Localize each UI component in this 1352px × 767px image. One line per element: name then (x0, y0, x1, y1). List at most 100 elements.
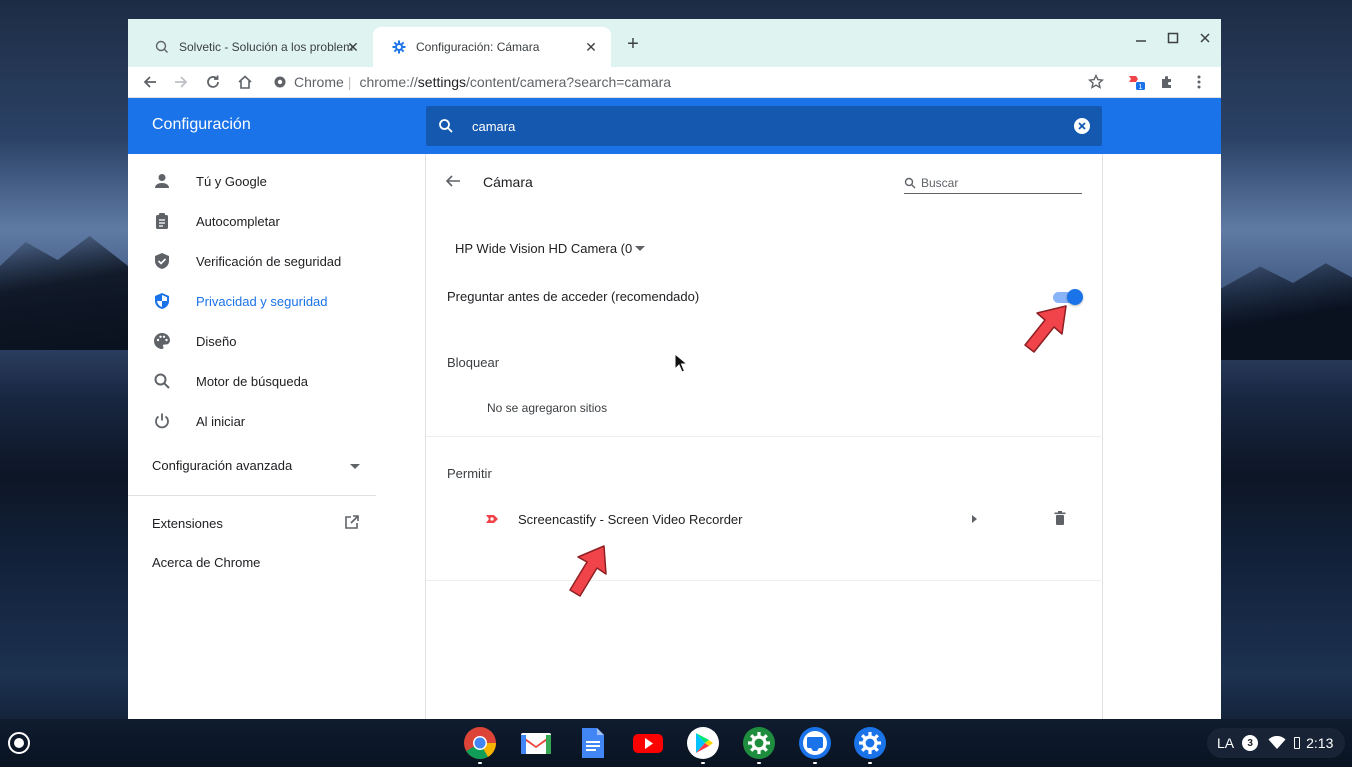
home-icon[interactable] (234, 71, 256, 93)
sidebar-item-you-and-google[interactable]: Tú y Google (128, 161, 425, 201)
wifi-icon (1268, 736, 1286, 749)
running-indicator (868, 762, 872, 764)
launcher-icon[interactable] (8, 732, 30, 754)
sidebar-divider (128, 495, 376, 496)
camera-settings-card: Cámara Buscar HP Wide Vision HD Camera (… (425, 154, 1103, 719)
sidebar-item-label: Tú y Google (196, 173, 267, 189)
settings-icon[interactable] (742, 726, 776, 760)
minimize-icon[interactable] (1131, 31, 1151, 47)
screencastify-extension-icon[interactable]: 1 (1126, 71, 1148, 93)
maximize-icon[interactable] (1163, 31, 1183, 47)
gmail-icon[interactable] (519, 726, 553, 760)
tab-title: Configuración: Cámara (416, 40, 540, 54)
sidebar-item-label: Autocompletar (196, 213, 280, 229)
sidebar-item-safety-check[interactable]: Verificación de seguridad (128, 241, 425, 281)
sidebar-item-label: Al iniciar (196, 413, 246, 429)
omnibox[interactable]: Chrome | chrome://settings/content/camer… (274, 70, 671, 94)
new-tab-button[interactable]: + (622, 33, 644, 56)
annotation-arrow-icon (1024, 305, 1067, 353)
screencastify-icon (485, 511, 501, 527)
chrome-chip-icon (274, 76, 286, 88)
status-tray[interactable]: LA 3 2:13 (1207, 728, 1345, 758)
chevron-down-icon (350, 458, 360, 473)
sidebar-item-autofill[interactable]: Autocompletar (128, 201, 425, 241)
screencast-icon[interactable] (798, 726, 832, 760)
page-title: Cámara (483, 174, 533, 190)
delete-trash-icon[interactable] (1052, 510, 1070, 528)
settings-icon[interactable] (853, 726, 887, 760)
sidebar-item-extensions[interactable]: Extensiones (152, 514, 360, 533)
search-icon (902, 177, 918, 189)
omnibox-chip: Chrome (294, 74, 344, 90)
bookmark-star-icon[interactable] (1085, 71, 1107, 93)
tab-close-icon[interactable]: ✕ (583, 39, 599, 55)
power-icon (150, 409, 174, 433)
running-indicator (757, 762, 761, 764)
sidebar-item-privacy[interactable]: Privacidad y seguridad (128, 281, 425, 321)
tab-solvetic[interactable]: Solvetic - Solución a los problemas ✕ (136, 27, 373, 67)
close-window-icon[interactable] (1195, 31, 1215, 47)
clipboard-icon (150, 209, 174, 233)
allowed-site-row[interactable]: Screencastify - Screen Video Recorder (426, 504, 1103, 534)
sidebar-item-on-startup[interactable]: Al iniciar (128, 401, 425, 441)
sidebar-item-label: Privacidad y seguridad (196, 293, 328, 309)
ask-before-access-label: Preguntar antes de acceder (recomendado) (447, 289, 700, 304)
play-store-icon[interactable] (686, 726, 720, 760)
url-scheme: chrome:// (359, 74, 418, 90)
sidebar-item-search-engine[interactable]: Motor de búsqueda (128, 361, 425, 401)
sidebar-advanced[interactable]: Configuración avanzada (152, 458, 360, 473)
extensions-puzzle-icon[interactable] (1156, 71, 1178, 93)
search-icon (426, 118, 466, 134)
shield-check-icon (150, 249, 174, 273)
running-indicator (478, 762, 482, 764)
battery-icon (1294, 737, 1301, 749)
sidebar-item-label: Verificación de seguridad (196, 253, 342, 269)
sidebar-item-appearance[interactable]: Diseño (128, 321, 425, 361)
solvetic-favicon-icon (154, 39, 170, 55)
youtube-icon[interactable] (631, 726, 665, 760)
back-arrow-icon[interactable] (444, 172, 464, 192)
docs-icon[interactable] (575, 726, 609, 760)
tab-title: Solvetic - Solución a los problemas (179, 40, 354, 54)
settings-header: Configuración camara (128, 98, 1221, 154)
allowed-site-name: Screencastify - Screen Video Recorder (518, 512, 743, 527)
running-indicator (701, 762, 705, 764)
device-label: HP Wide Vision HD Camera (0 (455, 241, 633, 256)
back-icon[interactable] (139, 71, 161, 93)
reload-icon[interactable] (202, 71, 224, 93)
wallpaper-mountains-right (1221, 263, 1352, 360)
tab-close-icon[interactable]: ✕ (345, 39, 361, 55)
sidebar-item-label: Diseño (196, 333, 237, 349)
omnibox-separator: | (347, 74, 352, 90)
search-placeholder: Buscar (921, 175, 959, 190)
tab-strip: Solvetic - Solución a los problemas ✕ Co… (128, 19, 1221, 67)
forward-icon[interactable] (170, 71, 192, 93)
mouse-cursor-icon (674, 353, 688, 373)
settings-title: Configuración (152, 116, 251, 133)
url-path: /content/camera?search=camara (466, 74, 672, 90)
chrome-icon[interactable] (463, 726, 497, 760)
running-indicator (813, 762, 817, 764)
more-menu-icon[interactable] (1188, 71, 1210, 93)
extensions-label: Extensiones (152, 516, 223, 531)
block-header: Bloquear (447, 355, 500, 370)
camera-search-input[interactable]: Buscar (904, 172, 1082, 194)
chevron-right-icon[interactable] (972, 515, 977, 523)
extension-badge: 1 (1139, 84, 1143, 91)
settings-search-value: camara (472, 118, 516, 134)
clear-search-icon[interactable] (1062, 117, 1102, 135)
camera-device-select[interactable]: HP Wide Vision HD Camera (0 (455, 241, 646, 256)
settings-search-input[interactable]: camara (426, 106, 1102, 146)
clock-time: 2:13 (1306, 735, 1334, 751)
person-icon (150, 169, 174, 193)
url-host: settings (417, 74, 467, 90)
sidebar-item-about-chrome[interactable]: Acerca de Chrome (152, 555, 260, 570)
search-icon (150, 369, 174, 393)
tab-settings-camera[interactable]: Configuración: Cámara ✕ (373, 27, 611, 67)
dropdown-arrow-icon (635, 246, 646, 251)
block-empty-note: No se agregaron sitios (487, 401, 608, 415)
keyboard-layout-label: LA (1217, 735, 1235, 751)
section-divider (426, 580, 1103, 581)
notification-count-badge: 3 (1242, 735, 1259, 751)
advanced-label: Configuración avanzada (152, 458, 293, 473)
